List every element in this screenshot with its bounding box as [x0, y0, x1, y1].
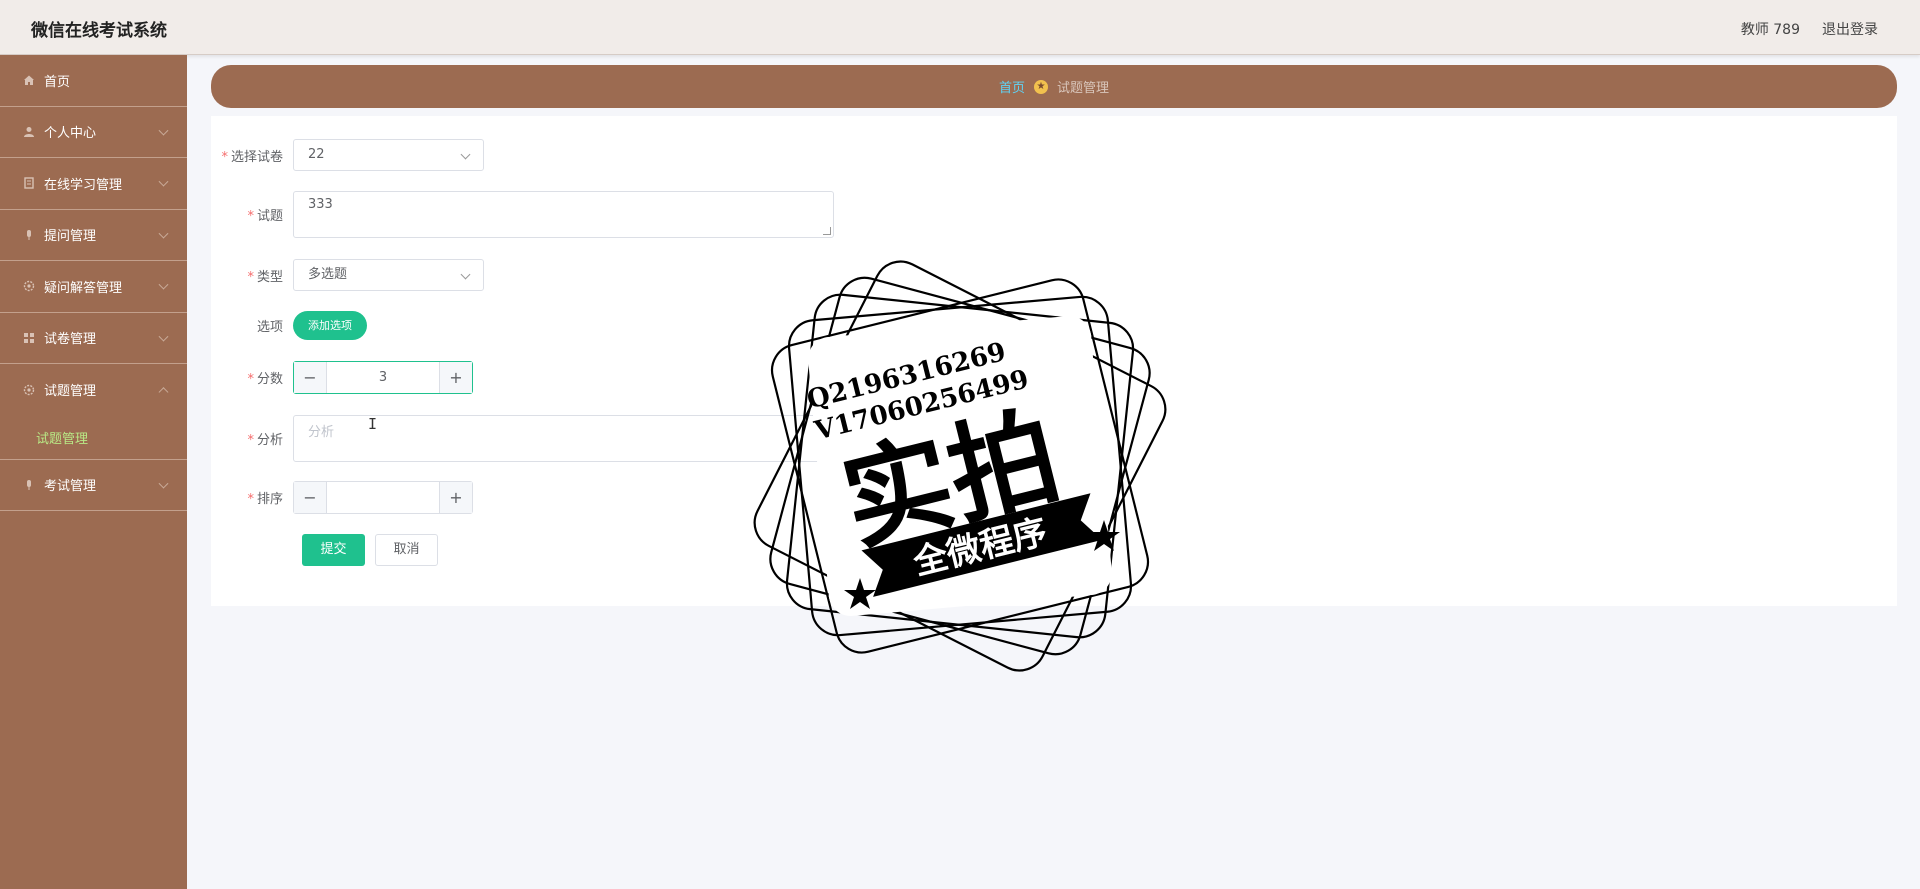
- form-row-options: 选项 添加选项: [211, 311, 367, 340]
- chevron-down-icon: [460, 149, 471, 160]
- add-option-button[interactable]: 添加选项: [293, 311, 367, 340]
- options-label: 选项: [256, 320, 283, 335]
- submenu-item-question-bank[interactable]: 试题管理: [0, 416, 187, 460]
- submit-button[interactable]: 提交: [302, 534, 365, 566]
- mic-icon: [22, 228, 36, 242]
- form-actions: 提交 取消: [302, 534, 438, 566]
- settings-icon: [22, 383, 36, 397]
- cancel-button[interactable]: 取消: [375, 534, 438, 566]
- book-icon: [22, 176, 36, 190]
- app-title: 微信在线考试系统: [31, 21, 167, 41]
- mic-icon: [22, 478, 36, 492]
- paper-select[interactable]: 22: [293, 139, 484, 171]
- chevron-down-icon: [158, 478, 169, 489]
- chevron-down-icon: [158, 176, 169, 187]
- user-name: 教师 789: [1740, 22, 1800, 38]
- score-label: * 分数: [247, 372, 283, 387]
- form-row-score: * 分数 − 3 +: [211, 361, 473, 394]
- sidebar-item-answers[interactable]: 疑问解答管理: [0, 261, 187, 313]
- score-stepper[interactable]: − 3 +: [293, 361, 473, 394]
- type-select[interactable]: 多选题: [293, 259, 484, 291]
- sidebar-item-label: 首页: [44, 74, 71, 90]
- sidebar-item-label: 提问管理: [44, 229, 97, 245]
- top-header: 微信在线考试系统 教师 789 退出登录: [0, 0, 1920, 55]
- form-row-paper: * 选择试卷 22: [211, 139, 484, 171]
- paper-label: * 选择试卷: [221, 149, 283, 165]
- sidebar-item-profile[interactable]: 个人中心: [0, 107, 187, 158]
- sidebar-item-online-learning[interactable]: 在线学习管理: [0, 158, 187, 210]
- settings-icon: [22, 279, 36, 293]
- resize-handle-icon[interactable]: [823, 227, 831, 235]
- order-input[interactable]: [327, 482, 439, 513]
- sidebar-item-question-bank[interactable]: 试题管理: [0, 364, 187, 416]
- sidebar-item-label: 个人中心: [44, 126, 97, 142]
- form-row-analysis: * 分析 分析: [211, 415, 834, 462]
- sidebar-item-questions[interactable]: 提问管理: [0, 210, 187, 261]
- chevron-up-icon: [158, 386, 169, 397]
- sidebar-item-exams[interactable]: 考试管理: [0, 460, 187, 511]
- chevron-down-icon: [158, 228, 169, 239]
- sidebar-item-label: 在线学习管理: [44, 177, 123, 193]
- sidebar-item-papers[interactable]: 试卷管理: [0, 313, 187, 364]
- chevron-down-icon: [158, 125, 169, 136]
- score-input[interactable]: 3: [327, 362, 439, 393]
- grid-icon: [22, 331, 36, 345]
- user-icon: [22, 125, 36, 139]
- chevron-down-icon: [158, 331, 169, 342]
- score-increment-button[interactable]: +: [439, 362, 472, 393]
- text-cursor-icon: I: [368, 415, 378, 433]
- order-increment-button[interactable]: +: [439, 482, 472, 513]
- sidebar: 首页 个人中心 在线学习管理 提问管理 疑问解答管理 试卷管理 试题管理 试题管…: [0, 55, 187, 889]
- order-stepper[interactable]: − +: [293, 481, 473, 514]
- chevron-down-icon: [158, 279, 169, 290]
- order-label: * 排序: [247, 492, 283, 507]
- sidebar-item-label: 疑问解答管理: [44, 280, 123, 296]
- form-row-question: * 试题 333: [211, 191, 834, 238]
- watermark-stamp: Q2196316269 V17060256499 实拍 全微程序: [753, 260, 1167, 672]
- sidebar-item-label: 试卷管理: [44, 332, 97, 348]
- form-row-order: * 排序 − +: [211, 481, 473, 514]
- type-label: * 类型: [247, 269, 283, 285]
- breadcrumb: 首页 ★ 试题管理: [211, 65, 1897, 108]
- home-icon: [22, 73, 36, 87]
- sidebar-item-home[interactable]: 首页: [0, 55, 187, 107]
- breadcrumb-home-link[interactable]: 首页: [999, 77, 1025, 96]
- star-icon: ★: [1034, 79, 1048, 94]
- breadcrumb-current: 试题管理: [1057, 81, 1110, 96]
- sidebar-item-label: 考试管理: [44, 479, 97, 495]
- chevron-down-icon: [460, 269, 471, 280]
- question-label: * 试题: [247, 209, 283, 224]
- question-textarea[interactable]: 333: [293, 191, 834, 238]
- sidebar-item-label: 试题管理: [44, 384, 97, 400]
- analysis-label: * 分析: [247, 433, 283, 448]
- logout-link[interactable]: 退出登录: [1822, 19, 1878, 39]
- form-row-type: * 类型 多选题: [211, 259, 484, 291]
- score-decrement-button[interactable]: −: [294, 362, 327, 393]
- order-decrement-button[interactable]: −: [294, 482, 327, 513]
